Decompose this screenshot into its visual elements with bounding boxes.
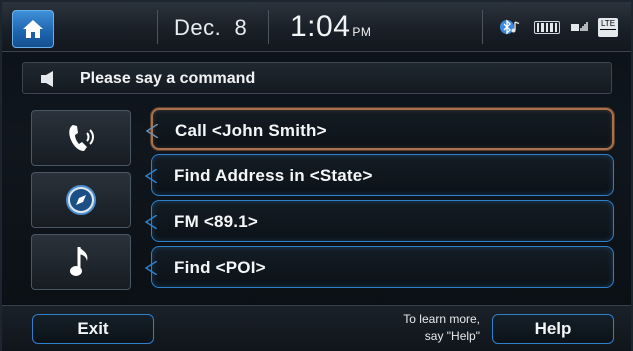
bottom-bar: Exit To learn more, say "Help" Help: [2, 305, 631, 351]
prompt-bar: Please say a command: [22, 62, 612, 94]
command-label: Find <POI>: [174, 258, 266, 277]
exit-label: Exit: [77, 319, 109, 338]
status-divider: [482, 10, 483, 44]
pointer-notch: [144, 215, 157, 229]
command-item[interactable]: FM <89.1>: [144, 200, 614, 242]
hint-line: To learn more,: [403, 312, 480, 326]
prompt-text: Please say a command: [80, 70, 256, 87]
clock-time: 1:04: [290, 10, 351, 43]
hint-line: say "Help": [424, 329, 480, 343]
signal-icon: [571, 22, 588, 31]
command-label: FM <89.1>: [174, 212, 259, 231]
music-note-icon: [70, 247, 88, 276]
music-tile[interactable]: [31, 234, 131, 290]
clock: 1:04 PM: [290, 10, 371, 44]
speaker-icon: [41, 71, 53, 87]
help-label: Help: [534, 319, 572, 338]
status-divider: [268, 10, 269, 44]
date-label: Dec. 8: [174, 15, 248, 40]
bluetooth-audio-icon: [500, 19, 520, 35]
clock-ampm: PM: [352, 25, 372, 39]
help-hint: To learn more, say "Help": [368, 311, 480, 345]
pointer-notch: [144, 169, 157, 183]
home-icon: [23, 20, 43, 38]
phone-icon: [69, 125, 94, 151]
exit-button[interactable]: Exit: [32, 314, 154, 344]
status-divider: [157, 10, 158, 44]
compass-icon: [66, 185, 96, 215]
phone-tile[interactable]: [31, 110, 131, 166]
pointer-notch: [145, 124, 158, 138]
status-icons: LTE: [500, 14, 618, 40]
battery-icon: [534, 20, 560, 34]
command-item[interactable]: Call <John Smith>: [145, 108, 614, 150]
command-item[interactable]: Find Address in <State>: [144, 154, 614, 196]
voice-command-screen: Dec. 8 1:04 PM LTE Please say a command …: [0, 0, 633, 351]
help-button[interactable]: Help: [492, 314, 614, 344]
lte-label: LTE: [600, 18, 616, 28]
status-bar: Dec. 8 1:04 PM LTE: [2, 2, 631, 52]
lte-icon: LTE: [598, 17, 618, 37]
home-button[interactable]: [12, 10, 54, 48]
command-label: Call <John Smith>: [175, 121, 327, 140]
pointer-notch: [144, 261, 157, 275]
command-label: Find Address in <State>: [174, 166, 373, 185]
command-item[interactable]: Find <POI>: [144, 246, 614, 288]
navigation-tile[interactable]: [31, 172, 131, 228]
